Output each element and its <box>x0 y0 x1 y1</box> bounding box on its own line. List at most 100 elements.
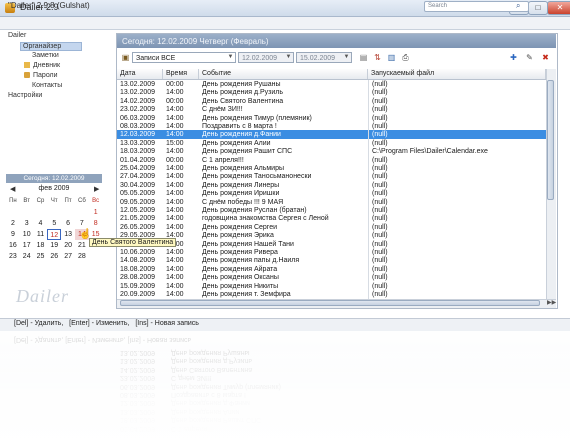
table-row[interactable]: 20.09.2009 14:00 День рождения т. Земфира (… <box>117 290 546 299</box>
nav-item-diary[interactable]: Дневник <box>24 62 60 69</box>
calendar-day[interactable]: 2 <box>6 218 20 229</box>
column-event[interactable]: Событие <box>199 69 368 79</box>
calendar-day[interactable]: 16 <box>6 240 20 251</box>
app-version-label: "Dailer" 2.9.8 (Gulshat) <box>8 1 90 10</box>
vertical-scroll-thumb[interactable] <box>547 80 554 200</box>
weekday-label: Ср <box>36 198 45 204</box>
close-button[interactable]: ✕ <box>547 1 570 15</box>
scroll-right-button[interactable]: ▶▶ <box>547 299 556 307</box>
column-time[interactable]: Время <box>163 69 199 79</box>
calendar-day[interactable]: 17 <box>20 240 34 251</box>
chevron-down-icon: ▼ <box>343 54 350 60</box>
calendar-day[interactable]: 12 <box>47 229 62 240</box>
chevron-down-icon: ▼ <box>227 54 234 60</box>
filter-select-value: Записи ВСЕ <box>136 55 176 62</box>
horizontal-scroll-thumb[interactable] <box>120 300 540 306</box>
calendar-empty-cell <box>6 207 20 218</box>
calendar-empty-cell <box>89 251 103 262</box>
window-reflection: [Del] - Удалить, [Enter] - Изменить, [In… <box>0 331 570 448</box>
calendar-empty-cell <box>47 207 61 218</box>
date-to-field[interactable]: 15.02.2009 ▼ <box>296 52 352 63</box>
calendar-day[interactable]: 10 <box>20 229 34 240</box>
calendar-day[interactable]: 23 <box>6 251 20 262</box>
nav-item-dailer[interactable]: Dailer <box>8 32 26 39</box>
events-table: 13.02.2009 00:00 День рождения Рушаны (null… <box>117 80 546 299</box>
calendar-day[interactable]: 9 <box>6 229 20 240</box>
calendar-day[interactable]: 21 <box>75 240 89 251</box>
weekday-label: Вс <box>92 198 100 204</box>
calendar-day[interactable]: 28 <box>75 251 89 262</box>
calendar-empty-cell <box>75 207 89 218</box>
calendar-week-row: 1 <box>6 207 103 218</box>
cell-event: День рождения т. Земфира <box>202 291 291 298</box>
date-from-field[interactable]: 12.02.2009 ▼ <box>238 52 294 63</box>
edit-icon[interactable]: ✎ <box>524 52 535 63</box>
date-from-value: 12.02.2009 <box>242 55 278 62</box>
calendar-day[interactable]: 25 <box>34 251 48 262</box>
weekday-label: Пн <box>9 198 17 204</box>
nav-item-notes[interactable]: Заметки <box>32 52 59 59</box>
calendar-month-label: фев 2009 <box>38 185 70 192</box>
calendar-day[interactable]: 24 <box>20 251 34 262</box>
print-icon[interactable]: ⎙ <box>400 52 411 63</box>
calendar-today-header: Сегодня: 12.02.2009 <box>6 174 102 183</box>
calendar-week-row: 2345678 <box>6 218 103 229</box>
filter-select[interactable]: Записи ВСЕ ▼ <box>132 52 236 63</box>
calendar-day[interactable]: 27 <box>61 251 75 262</box>
calendar-day[interactable]: 6 <box>61 218 75 229</box>
cell-time: 14:00 <box>166 291 184 298</box>
date-to-value: 15.02.2009 <box>300 55 336 62</box>
table-header: Дата Время Событие Запускаемый файл <box>117 69 546 80</box>
calendar-day[interactable]: 11 <box>34 229 48 240</box>
calendar-day[interactable]: 20 <box>61 240 75 251</box>
nav-item-label: Заметки <box>32 52 59 59</box>
save-icon[interactable]: ▥ <box>386 52 397 63</box>
calendar-day[interactable]: 8 <box>89 218 103 229</box>
lock-icon <box>24 72 30 79</box>
calendar-weekday-row: Пн Вт Ср Чт Пт Сб Вс <box>6 196 103 207</box>
add-icon[interactable]: ✚ <box>508 52 519 63</box>
calendar-week-row: 23 24 25 26 27 28 <box>6 251 103 262</box>
calendar-day[interactable]: 7 <box>75 218 89 229</box>
calendar-next-button[interactable]: ▶ <box>94 185 99 193</box>
delete-icon[interactable]: ✖ <box>540 52 551 63</box>
calendar-empty-cell <box>61 207 75 218</box>
calendar-day[interactable]: 1 <box>89 207 103 218</box>
calendar-empty-cell <box>20 207 34 218</box>
nav-item-contacts[interactable]: Контакты <box>32 82 62 89</box>
weekday-label: Сб <box>77 198 86 204</box>
calendar-empty-cell <box>34 207 48 218</box>
nav-item-organizer[interactable]: Органайзер <box>20 42 83 51</box>
menu-bar <box>0 17 570 30</box>
folder-icon <box>24 62 30 69</box>
sort-icon[interactable]: ⇅ <box>372 52 383 63</box>
dailer-logo: Dailer <box>16 286 69 306</box>
mouse-pointer-icon: ☝ <box>79 229 92 240</box>
column-date[interactable]: Дата <box>117 69 163 79</box>
nav-item-label: Пароли <box>33 72 58 79</box>
search-icon[interactable]: ⌕ <box>516 1 520 11</box>
calendar-day[interactable]: 5 <box>47 218 61 229</box>
folder-icon[interactable]: ▣ <box>120 52 131 63</box>
nav-item-label: Дневник <box>33 62 61 69</box>
nav-item-passwords[interactable]: Пароли <box>24 72 58 79</box>
calendar-day[interactable]: 26 <box>47 251 61 262</box>
calendar-day[interactable]: 13 <box>61 229 75 240</box>
nav-item-settings[interactable]: Настройки <box>8 92 42 99</box>
status-hint: [Del] - Удалить, [Enter] - Изменить, [In… <box>14 320 199 327</box>
cell-file: (null) <box>368 290 546 299</box>
calendar-day[interactable]: 19 <box>47 240 61 251</box>
calendar-day[interactable]: 18 <box>34 240 48 251</box>
calendar-day[interactable]: 4 <box>34 218 48 229</box>
today-date-label: Сегодня: 12.02.2009 Четверг (Февраль) <box>122 37 269 46</box>
weekday-label: Вт <box>23 198 30 204</box>
column-file[interactable]: Запускаемый файл <box>368 69 546 79</box>
cell-date: 20.09.2009 <box>120 291 156 298</box>
export-icon[interactable]: ▤ <box>358 52 369 63</box>
weekday-label: Чт <box>50 198 58 204</box>
chevron-down-icon: ▼ <box>285 54 292 60</box>
maximize-button[interactable]: □ <box>528 1 548 15</box>
search-input[interactable]: Search <box>424 1 529 12</box>
calendar-day[interactable]: 3 <box>20 218 34 229</box>
weekday-label: Пт <box>64 198 72 204</box>
